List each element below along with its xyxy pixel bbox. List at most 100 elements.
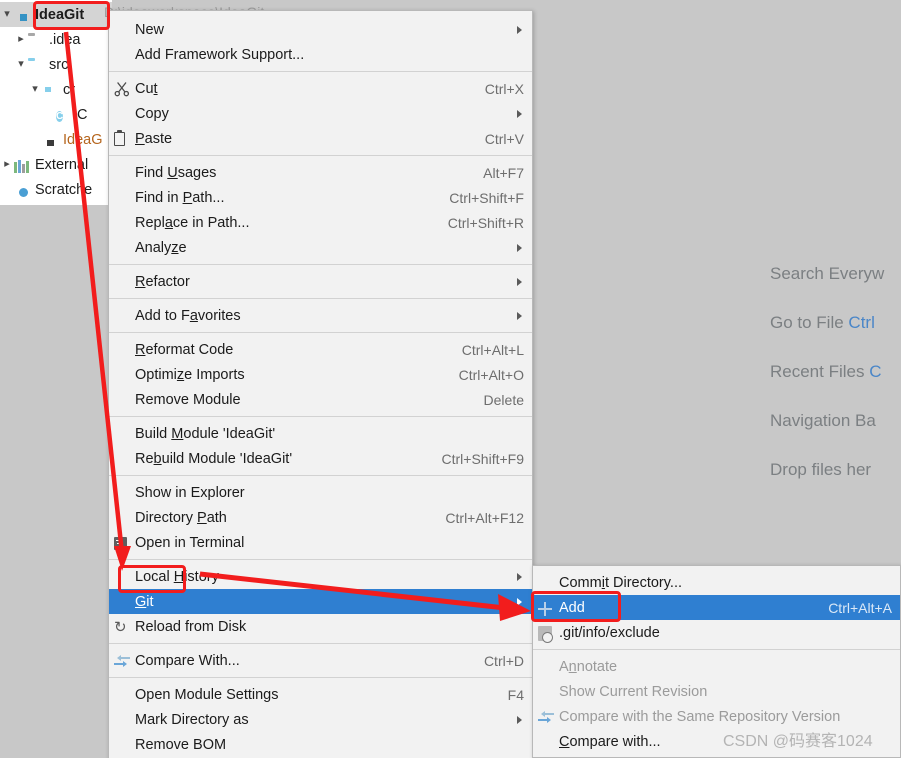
hint-recent-files: Recent Files C: [770, 363, 881, 380]
menu-item-icon-slot: [109, 239, 135, 257]
menu-item-remove-bom[interactable]: Remove BOM: [109, 732, 532, 757]
menu-item-icon-slot: [109, 341, 135, 359]
tree-item-ideag[interactable]: ···IdeaG: [0, 127, 103, 152]
menu-item-find-usages[interactable]: Find Usages Alt+F7: [109, 160, 532, 185]
menu-item-optimize-imports[interactable]: Optimize Imports Ctrl+Alt+O: [109, 362, 532, 387]
menu-item-reformat-code[interactable]: Reformat Code Ctrl+Alt+L: [109, 337, 532, 362]
menu-item-mark-directory-as[interactable]: Mark Directory as: [109, 707, 532, 732]
menu-item-reload-from-disk[interactable]: ↻ Reload from Disk: [109, 614, 532, 639]
menu-item-build-module-ideagit[interactable]: Build Module 'IdeaGit': [109, 421, 532, 446]
twisty-collapsed-icon[interactable]: ▸: [14, 34, 28, 45]
menu-item-annotate[interactable]: Annotate: [533, 654, 900, 679]
submenu-arrow-icon: [517, 597, 522, 606]
menu-item-add-framework-support[interactable]: Add Framework Support...: [109, 42, 532, 67]
menu-item-refactor[interactable]: Refactor: [109, 269, 532, 294]
tree-item-cr[interactable]: ··▾cr: [0, 77, 75, 102]
menu-item-icon-slot: [109, 164, 135, 182]
menu-item-icon-slot: [109, 568, 135, 586]
tree-item-src[interactable]: ·▾src: [0, 52, 68, 77]
exclude-icon: [538, 625, 553, 643]
menu-item-label: Annotate: [559, 658, 618, 675]
menu-item-label: Compare with the Same Repository Version: [559, 708, 841, 725]
menu-item-label: Reformat Code: [135, 341, 234, 358]
hint-text: Recent Files: [770, 362, 870, 381]
folder-grey-icon: [28, 32, 46, 48]
menu-item-paste[interactable]: Paste Ctrl+V: [109, 126, 532, 151]
menu-item-label: Find in Path...: [135, 189, 225, 206]
menu-item-icon-slot: [109, 80, 135, 98]
scissors-icon: [114, 81, 130, 97]
menu-item-shortcut: Ctrl+Alt+A: [828, 599, 892, 616]
menu-item-shortcut: Ctrl+Alt+O: [458, 366, 524, 383]
menu-item-icon-slot: [109, 652, 135, 670]
tree-item-scratche[interactable]: ·Scratche: [0, 177, 92, 202]
menu-item-local-history[interactable]: Local History: [109, 564, 532, 589]
tree-item--idea[interactable]: ·▸.idea: [0, 27, 80, 52]
menu-item-remove-module[interactable]: Remove Module Delete: [109, 387, 532, 412]
menu-item-show-current-revision[interactable]: Show Current Revision: [533, 679, 900, 704]
menu-item-label: .git/info/exclude: [559, 624, 660, 641]
menu-item-icon-slot: ↻: [109, 618, 135, 636]
context-menu[interactable]: New Add Framework Support... Cut Ctrl+X Copy…: [108, 10, 533, 758]
menu-item-directory-path[interactable]: Directory Path Ctrl+Alt+F12: [109, 505, 532, 530]
tree-item-label: .idea: [49, 31, 81, 48]
hint-go-to-file: Go to File Ctrl: [770, 314, 875, 331]
scratches-icon: [14, 182, 32, 198]
twisty-expanded-icon[interactable]: ▾: [14, 59, 28, 70]
menu-item-add[interactable]: Add Ctrl+Alt+A: [533, 595, 900, 620]
menu-item-cut[interactable]: Cut Ctrl+X: [109, 76, 532, 101]
menu-item-label: Cut: [135, 80, 158, 97]
twisty-expanded-icon[interactable]: ▾: [28, 84, 42, 95]
reload-icon: ↻: [114, 618, 127, 636]
project-tool-window[interactable]: ▾IdeaGit·▸.idea·▾src··▾cr····CC···IdeaG▸…: [0, 0, 112, 205]
module-icon: [14, 7, 32, 23]
plus-icon: [538, 601, 552, 616]
twisty-collapsed-icon[interactable]: ▸: [0, 159, 14, 170]
menu-item-label: Remove Module: [135, 391, 241, 408]
menu-item-rebuild-module-ideagit[interactable]: Rebuild Module 'IdeaGit' Ctrl+Shift+F9: [109, 446, 532, 471]
menu-item-icon-slot: [109, 105, 135, 123]
menu-item-replace-in-path[interactable]: Replace in Path... Ctrl+Shift+R: [109, 210, 532, 235]
tree-item-external[interactable]: ▸ External: [0, 152, 88, 177]
menu-item-compare-with[interactable]: Compare With... Ctrl+D: [109, 648, 532, 673]
menu-item-git[interactable]: Git: [109, 589, 532, 614]
menu-item-add-to-favorites[interactable]: Add to Favorites: [109, 303, 532, 328]
menu-item-new[interactable]: New: [109, 17, 532, 42]
hint-text: Navigation Ba: [770, 411, 876, 430]
menu-item-copy[interactable]: Copy: [109, 101, 532, 126]
submenu-arrow-icon: [517, 277, 522, 286]
tree-item-c[interactable]: ····CC: [0, 102, 87, 127]
menu-item-icon-slot: [109, 46, 135, 64]
menu-item-icon-slot: [109, 534, 135, 552]
tree-item-label: IdeaG: [63, 131, 103, 148]
menu-separator: [109, 643, 532, 644]
menu-item-open-module-settings[interactable]: Open Module Settings F4: [109, 682, 532, 707]
menu-item-label: Compare With...: [135, 652, 240, 669]
tree-item-label: IdeaGit: [35, 6, 85, 23]
menu-item-icon-slot: [109, 214, 135, 232]
menu-item-icon-slot: [109, 686, 135, 704]
menu-item-find-in-path[interactable]: Find in Path... Ctrl+Shift+F: [109, 185, 532, 210]
menu-item-icon-slot: [109, 711, 135, 729]
menu-item-show-in-explorer[interactable]: Show in Explorer: [109, 480, 532, 505]
menu-item-icon-slot: [109, 736, 135, 754]
menu-item-icon-slot: [109, 307, 135, 325]
menu-item-label: Add: [559, 599, 585, 616]
menu-item-shortcut: Ctrl+Alt+F12: [445, 509, 524, 526]
menu-item-open-in-terminal[interactable]: Open in Terminal: [109, 530, 532, 555]
tree-item-ideagit[interactable]: ▾ IdeaGit: [0, 2, 112, 27]
menu-item-shortcut: Ctrl+Shift+R: [447, 214, 524, 231]
menu-item-label: Open Module Settings: [135, 686, 279, 703]
menu-item-compare-with-the-same-repository-version[interactable]: Compare with the Same Repository Version: [533, 704, 900, 729]
menu-item-icon-slot: [109, 484, 135, 502]
twisty-expanded-icon[interactable]: ▾: [0, 9, 14, 20]
submenu-arrow-icon: [517, 572, 522, 581]
menu-item-label: Optimize Imports: [135, 366, 245, 383]
menu-item-git-info-exclude[interactable]: .git/info/exclude: [533, 620, 900, 645]
menu-item-commit-directory[interactable]: Commit Directory...: [533, 570, 900, 595]
menu-item-analyze[interactable]: Analyze: [109, 235, 532, 260]
csdn-watermark: CSDN @码赛客1024: [723, 733, 873, 750]
tree-item-label: Scratche: [35, 181, 93, 198]
menu-item-shortcut: Ctrl+Shift+F: [449, 189, 524, 206]
menu-separator: [109, 559, 532, 560]
